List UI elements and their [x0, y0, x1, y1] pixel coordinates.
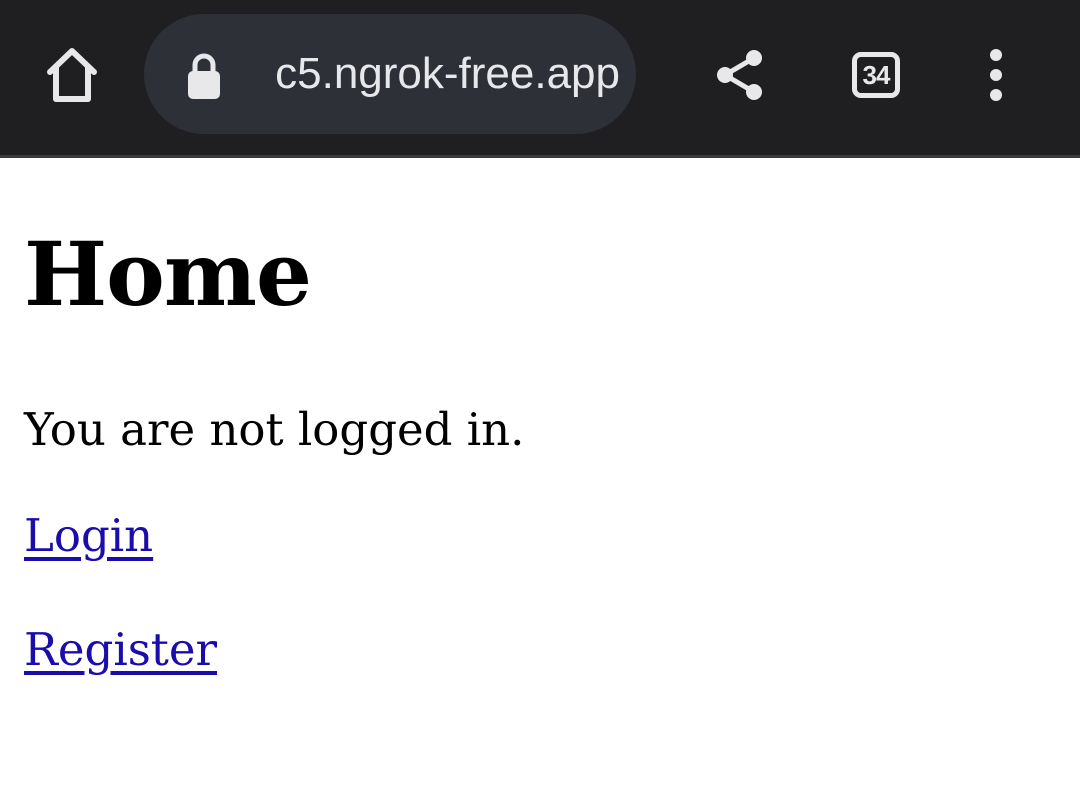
login-status-text: You are not logged in.: [24, 403, 525, 456]
lock-icon: [188, 53, 220, 99]
home-icon: [47, 48, 97, 102]
share-icon: [717, 50, 762, 100]
url-text: c5.ngrok-free.app: [275, 49, 620, 98]
share-button[interactable]: [708, 43, 772, 107]
login-link-container: Login: [24, 508, 1054, 564]
page-title: Home: [24, 222, 312, 326]
browser-toolbar: c5.ngrok-free.app 34: [0, 0, 1080, 158]
register-link[interactable]: Register: [24, 622, 217, 678]
register-link-container: Register: [24, 622, 1054, 678]
more-menu-button[interactable]: [964, 43, 1028, 107]
more-vert-icon: [990, 49, 1002, 101]
page-content: Home You are not logged in. Login Regist…: [24, 160, 1054, 678]
tab-switcher-icon: 34: [852, 52, 900, 98]
tab-switcher-button[interactable]: 34: [844, 43, 908, 107]
url-bar[interactable]: c5.ngrok-free.app: [144, 14, 636, 134]
login-link[interactable]: Login: [24, 508, 153, 564]
home-button[interactable]: [40, 43, 104, 107]
tab-count: 34: [862, 59, 891, 90]
